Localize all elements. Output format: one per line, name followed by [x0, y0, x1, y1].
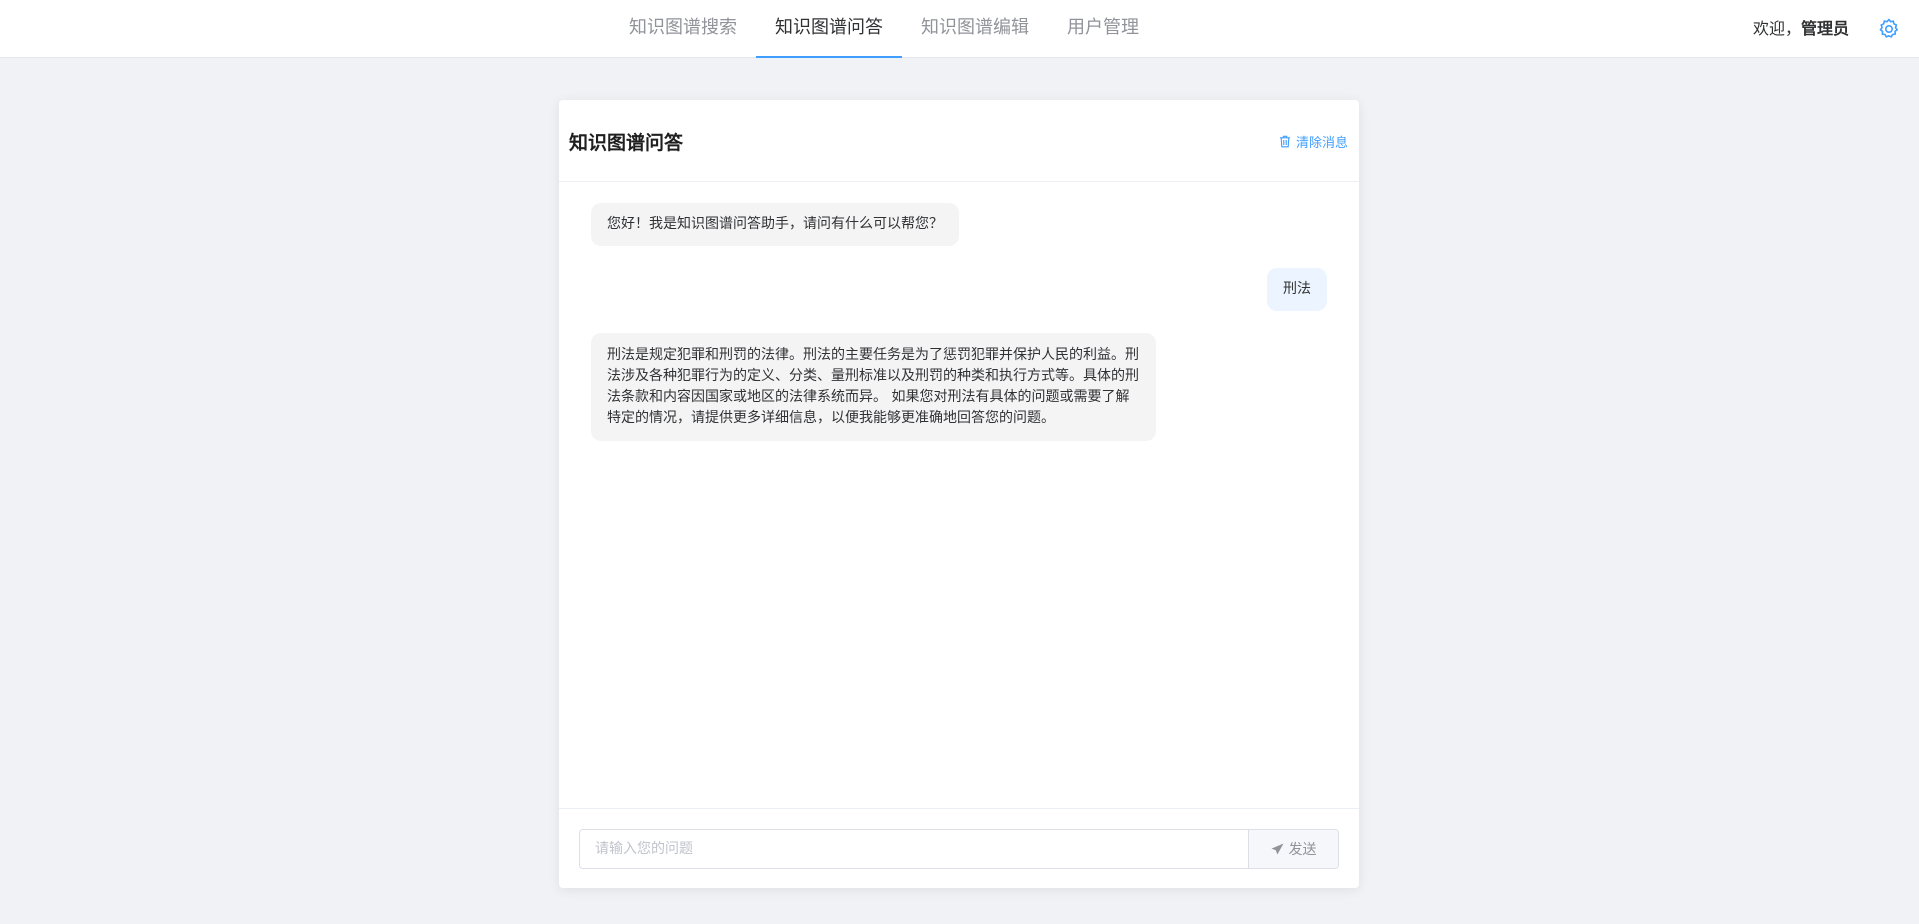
- paper-plane-icon: [1271, 843, 1283, 854]
- send-label: 发送: [1288, 842, 1317, 858]
- tab-kg-qa[interactable]: 知识图谱问答: [756, 0, 902, 58]
- send-button[interactable]: 发送: [1248, 830, 1338, 868]
- tab-kg-edit[interactable]: 知识图谱编辑: [902, 0, 1048, 58]
- user-message: 刑法: [1267, 268, 1327, 311]
- question-input[interactable]: [580, 830, 1248, 868]
- input-area: 发送: [559, 808, 1359, 888]
- tab-kg-search[interactable]: 知识图谱搜索: [610, 0, 756, 58]
- user-greeting: 欢迎，管理员: [1753, 0, 1849, 58]
- main-nav: 知识图谱搜索 知识图谱问答 知识图谱编辑 用户管理: [610, 0, 1158, 58]
- clear-messages-label: 清除消息: [1295, 136, 1348, 151]
- question-input-group: 发送: [579, 829, 1339, 869]
- gear-icon[interactable]: [1877, 17, 1901, 41]
- welcome-text: 欢迎，: [1752, 19, 1801, 38]
- message-list: 您好！我是知识图谱问答助手，请问有什么可以帮您？ 刑法 刑法是规定犯罪和刑罚的法…: [559, 182, 1359, 808]
- username: 管理员: [1800, 19, 1849, 38]
- clear-messages-button[interactable]: 清除消息: [1279, 132, 1348, 151]
- tab-user-management[interactable]: 用户管理: [1048, 0, 1158, 58]
- qa-card: 知识图谱问答 清除消息 您好！我是知识图谱问答助手，请问有什么可以帮您？ 刑法 …: [559, 100, 1359, 888]
- card-header: 知识图谱问答 清除消息: [559, 100, 1359, 182]
- trash-icon: [1279, 135, 1290, 148]
- bot-message: 刑法是规定犯罪和刑罚的法律。刑法的主要任务是为了惩罚犯罪并保护人民的利益。刑法涉…: [591, 333, 1156, 441]
- top-navbar: 知识图谱搜索 知识图谱问答 知识图谱编辑 用户管理 欢迎，管理员: [0, 0, 1919, 58]
- bot-message: 您好！我是知识图谱问答助手，请问有什么可以帮您？: [591, 203, 959, 246]
- card-title: 知识图谱问答: [569, 132, 684, 154]
